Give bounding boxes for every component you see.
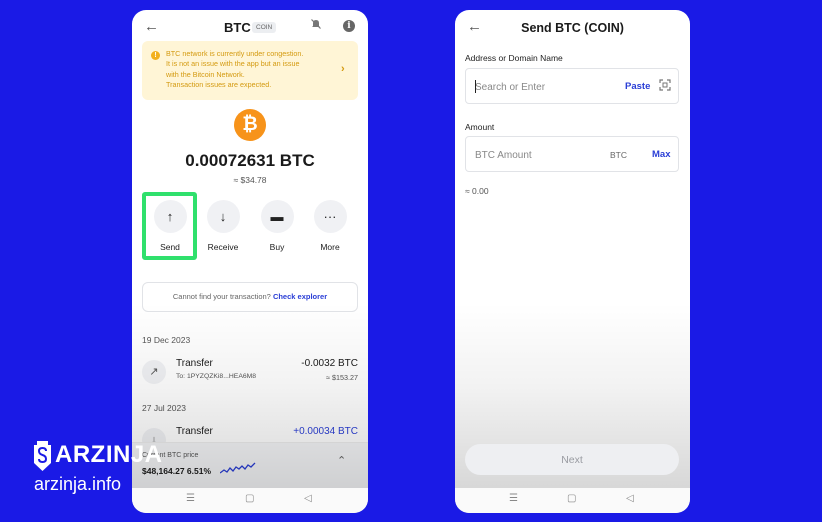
address-label: Address or Domain Name <box>465 53 563 63</box>
brand-name: ARZINJA <box>55 441 163 468</box>
bell-off-icon[interactable] <box>310 18 322 33</box>
warning-line: BTC network is currently under congestio… <box>166 49 304 58</box>
address-input[interactable] <box>475 78 595 96</box>
amount-field: BTC Max <box>465 136 679 172</box>
tx-recipient: To: 1PYZQZKi8...HEA6M8 <box>176 373 257 380</box>
tx-date: 19 Dec 2023 <box>142 335 191 345</box>
shield-logo-icon <box>34 441 51 471</box>
receive-label: Receive <box>207 242 239 252</box>
balance-fiat: ≈ $34.78 <box>233 175 267 185</box>
price-bar[interactable]: Current BTC price $48,164.27 6.51% ⌃ <box>132 442 368 488</box>
transaction-row[interactable]: ↗ Transfer To: 1PYZQZKi8...HEA6M8 -0.003… <box>142 356 358 386</box>
scan-icon[interactable] <box>659 79 671 91</box>
system-nav: ☰ ▢ ◁ <box>455 488 690 513</box>
wallet-screen: ← BTC COIN i ! BTC network is currently … <box>132 10 368 513</box>
check-explorer-link[interactable]: Check explorer <box>273 292 327 301</box>
site-url: arzinja.info <box>34 474 122 494</box>
wallet-header: ← BTC COIN i <box>132 10 368 44</box>
price-sparkline <box>220 462 256 474</box>
page-title: Send BTC (COIN) <box>521 21 624 35</box>
send-screen: ← Send BTC (COIN) Address or Domain Name… <box>455 10 690 513</box>
warning-text: BTC network is currently under congestio… <box>166 49 336 91</box>
tx-type: Transfer <box>176 358 213 369</box>
buy-button[interactable]: ▬ Buy <box>257 200 297 252</box>
chevron-up-icon[interactable]: ⌃ <box>337 454 346 467</box>
arrow-down-icon: ↓ <box>206 200 240 233</box>
system-nav: ☰ ▢ ◁ <box>132 488 368 513</box>
warning-icon: ! <box>151 51 160 60</box>
back-icon[interactable]: ◁ <box>304 493 312 504</box>
explorer-text: Cannot find your transaction? <box>172 292 271 301</box>
warning-line: It is not an issue with the app but an i… <box>166 59 300 69</box>
arrow-up-right-icon: ↗ <box>142 360 166 384</box>
congestion-warning[interactable]: ! BTC network is currently under congest… <box>142 41 358 100</box>
tx-fiat: ≈ $153.27 <box>326 373 358 382</box>
tx-amount: +0.00034 BTC <box>293 426 358 437</box>
info-icon[interactable]: i <box>343 20 355 32</box>
menu-icon[interactable]: ☰ <box>509 493 518 504</box>
text-caret <box>475 80 476 93</box>
address-field: Paste <box>465 68 679 104</box>
amount-label: Amount <box>465 122 495 132</box>
page-title: BTC <box>224 20 251 35</box>
warning-line: Transaction issues are expected. <box>166 80 272 90</box>
more-dots-icon: ··· <box>313 200 347 233</box>
amount-unit: BTC <box>610 150 627 160</box>
paste-button[interactable]: Paste <box>625 81 650 92</box>
receive-button[interactable]: ↓ Receive <box>203 200 243 252</box>
send-highlight-frame <box>142 192 197 260</box>
max-button[interactable]: Max <box>652 149 670 160</box>
bottom-shade <box>455 303 690 513</box>
home-icon[interactable]: ▢ <box>567 493 576 504</box>
card-icon: ▬ <box>260 200 294 233</box>
balance-amount: 0.00072631 BTC <box>185 151 315 170</box>
approx-fiat: ≈ 0.00 <box>465 186 489 196</box>
more-button[interactable]: ··· More <box>310 200 350 252</box>
tx-type: Transfer <box>176 426 213 437</box>
menu-icon[interactable]: ☰ <box>186 493 195 504</box>
chevron-right-icon[interactable]: › <box>341 63 345 75</box>
more-label: More <box>320 242 340 252</box>
coin-badge: COIN <box>252 22 277 33</box>
tx-date: 27 Jul 2023 <box>142 403 186 413</box>
home-icon[interactable]: ▢ <box>245 493 254 504</box>
back-icon[interactable]: ◁ <box>626 493 634 504</box>
tx-amount: -0.0032 BTC <box>301 358 358 369</box>
buy-label: Buy <box>269 242 285 252</box>
bell-off-svg <box>311 19 321 29</box>
bitcoin-logo-icon: ₿ <box>234 109 266 141</box>
amount-input[interactable] <box>475 146 595 164</box>
explorer-banner: Cannot find your transaction? Check expl… <box>142 282 358 312</box>
arrow-left-icon[interactable]: ← <box>144 18 159 35</box>
warning-line: with the Bitcoin Network. <box>166 69 245 79</box>
next-button[interactable]: Next <box>465 444 679 475</box>
